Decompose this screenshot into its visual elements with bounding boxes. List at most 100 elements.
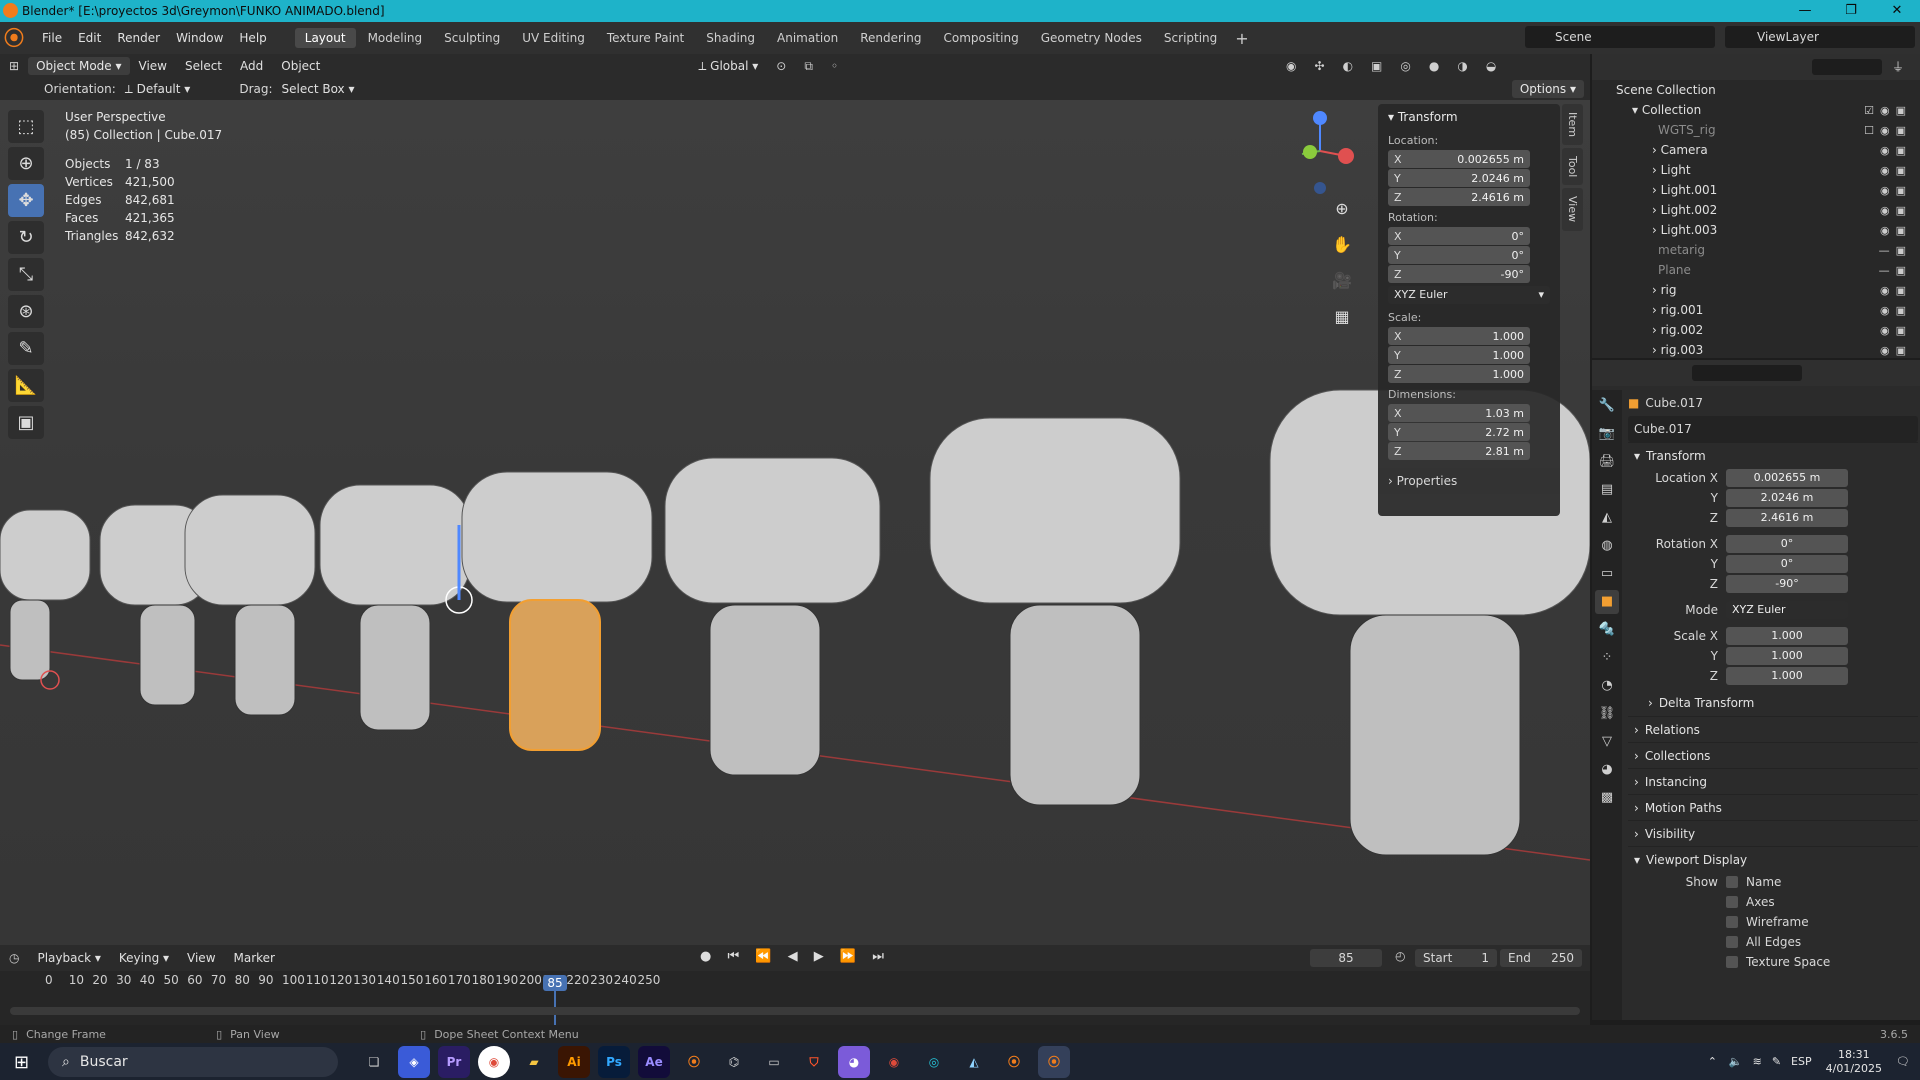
- app-cyan-icon[interactable]: ◎: [918, 1046, 950, 1078]
- ortho-grid-icon[interactable]: ▦: [1328, 303, 1356, 331]
- tray-overflow-icon[interactable]: ⌃: [1708, 1055, 1717, 1068]
- particles-tab-icon[interactable]: ⁘: [1595, 646, 1619, 670]
- transform-section[interactable]: ▾ Transform: [1628, 442, 1918, 468]
- collection-tab-icon[interactable]: ▭: [1595, 562, 1619, 586]
- file-explorer-icon[interactable]: ▰: [518, 1046, 550, 1078]
- properties-search-input[interactable]: [1692, 365, 1802, 381]
- view-layer-tab-icon[interactable]: ▤: [1595, 478, 1619, 502]
- drag-dropdown[interactable]: Select Box ▾: [273, 82, 364, 96]
- filter-icon[interactable]: ⏚: [1892, 58, 1904, 75]
- outliner-scene-collection[interactable]: Scene Collection: [1592, 80, 1920, 100]
- minimize-button[interactable]: —: [1782, 0, 1828, 22]
- start-frame-field[interactable]: Start 1: [1415, 949, 1497, 967]
- tab-uv-editing[interactable]: UV Editing: [512, 28, 595, 48]
- tab-shading[interactable]: Shading: [696, 28, 765, 48]
- prop-scale-y[interactable]: Y 1.000: [1628, 646, 1918, 666]
- delta-transform-section[interactable]: › Delta Transform: [1628, 690, 1918, 716]
- tab-layout[interactable]: Layout: [294, 28, 356, 48]
- discord-icon[interactable]: ◕: [838, 1045, 870, 1078]
- blender-taskbar-icon[interactable]: ⦿: [678, 1046, 710, 1078]
- orientation-dropdown[interactable]: ⟂ Default ▾: [116, 82, 200, 97]
- object-tab-icon[interactable]: ■: [1595, 590, 1619, 614]
- zoom-icon[interactable]: ⊕: [1328, 195, 1356, 223]
- relations-section[interactable]: › Relations: [1628, 716, 1918, 742]
- prop-rotation-x[interactable]: Rotation X 0°: [1628, 534, 1918, 554]
- pivot-icon[interactable]: ⊙: [767, 59, 795, 73]
- snap-icon[interactable]: ⧉: [795, 59, 822, 74]
- gizmo-icon[interactable]: ✣: [1306, 59, 1334, 73]
- copilot-icon[interactable]: ◈: [398, 1045, 430, 1078]
- outliner-item[interactable]: › Light ◉▣: [1592, 160, 1920, 180]
- camera-view-icon[interactable]: 🎥: [1328, 267, 1356, 295]
- chrome-icon[interactable]: ◉: [478, 1045, 510, 1078]
- options-button[interactable]: Options ▾: [1511, 80, 1584, 98]
- prop-location-z[interactable]: Z 2.4616 m: [1628, 508, 1918, 528]
- outliner-item[interactable]: › rig.003 ◉▣: [1592, 340, 1920, 360]
- transform-orientation-dropdown[interactable]: ⟂ Global ▾: [689, 59, 767, 74]
- timeline-ruler[interactable]: 0 10 20 30 40 50 60 70 80 90 100 110 120 130 140 150 160…: [0, 973, 1590, 993]
- rotate-tool-icon[interactable]: ↻: [8, 221, 44, 254]
- app-icon[interactable]: ▭: [758, 1046, 790, 1078]
- timeline-scrollbar[interactable]: [10, 1007, 1580, 1015]
- world-tab-icon[interactable]: ◍: [1595, 534, 1619, 558]
- location-y-field[interactable]: Y 2.0246 m: [1388, 169, 1530, 187]
- pan-hand-icon[interactable]: ✋: [1328, 231, 1356, 259]
- transform-tool-icon[interactable]: ⊛: [8, 295, 44, 328]
- render-tab-icon[interactable]: 📷: [1595, 422, 1619, 446]
- add-workspace-button[interactable]: +: [1229, 29, 1254, 48]
- physics-tab-icon[interactable]: ◔: [1595, 674, 1619, 698]
- blender-taskbar-icon-2[interactable]: ⦿: [998, 1046, 1030, 1078]
- rotation-x-field[interactable]: X 0°: [1388, 227, 1530, 245]
- task-view-icon[interactable]: ❏: [358, 1046, 390, 1078]
- outliner-item[interactable]: metarig —▣: [1592, 240, 1920, 260]
- motion-paths-section[interactable]: › Motion Paths: [1628, 794, 1918, 820]
- modifier-tab-icon[interactable]: 🔩: [1595, 618, 1619, 642]
- tab-scripting[interactable]: Scripting: [1154, 28, 1227, 48]
- outliner-item[interactable]: › Light.001 ◉▣: [1592, 180, 1920, 200]
- blender-taskbar-icon-active[interactable]: ⦿: [1038, 1045, 1070, 1078]
- object-name-field[interactable]: Cube.017: [1628, 416, 1918, 442]
- prop-rotation-mode[interactable]: Mode XYZ Euler: [1628, 600, 1918, 620]
- outliner-item[interactable]: › Light.003 ◉▣: [1592, 220, 1920, 240]
- tab-view[interactable]: View: [1562, 188, 1583, 231]
- playback-controls[interactable]: ● ⏮ ⏪ ◀ ▶ ⏩ ⏭: [700, 949, 890, 964]
- tab-modeling[interactable]: Modeling: [358, 28, 433, 48]
- illustrator-icon[interactable]: Ai: [558, 1045, 590, 1078]
- chatgpt-icon[interactable]: ⌬: [718, 1046, 750, 1078]
- menu-file[interactable]: File: [34, 31, 70, 45]
- tool-tab-icon[interactable]: 🔧: [1595, 394, 1619, 418]
- show-texture-space-checkbox[interactable]: Texture Space: [1628, 952, 1918, 972]
- prop-rotation-y[interactable]: Y 0°: [1628, 554, 1918, 574]
- shading-wire-icon[interactable]: ◎: [1391, 59, 1419, 73]
- current-frame-field[interactable]: 85: [1310, 949, 1382, 967]
- current-frame-indicator[interactable]: 85: [543, 975, 567, 991]
- location-z-field[interactable]: Z 2.4616 m: [1388, 188, 1530, 206]
- scale-y-field[interactable]: Y 1.000: [1388, 346, 1530, 364]
- menu-playback[interactable]: Playback ▾: [28, 951, 109, 965]
- dimensions-y-field[interactable]: Y 2.72 m: [1388, 423, 1530, 441]
- timeline-editor-icon[interactable]: ◷: [0, 951, 28, 965]
- dimensions-x-field[interactable]: X 1.03 m: [1388, 404, 1530, 422]
- scale-z-field[interactable]: Z 1.000: [1388, 365, 1530, 383]
- cursor-tool-icon[interactable]: ⊕: [8, 147, 44, 180]
- move-tool-icon[interactable]: ✥: [8, 184, 44, 217]
- menu-render[interactable]: Render: [109, 31, 168, 45]
- viewport-display-section[interactable]: ▾ Viewport Display: [1628, 846, 1918, 872]
- after-effects-icon[interactable]: Ae: [638, 1045, 670, 1078]
- shading-rendered-icon[interactable]: ◒: [1477, 59, 1505, 73]
- location-x-field[interactable]: X 0.002655 m: [1388, 150, 1530, 168]
- tab-geometry-nodes[interactable]: Geometry Nodes: [1031, 28, 1152, 48]
- outliner-item[interactable]: Plane —▣: [1592, 260, 1920, 280]
- dimensions-z-field[interactable]: Z 2.81 m: [1388, 442, 1530, 460]
- taskbar-search-input[interactable]: ⌕ Buscar: [48, 1046, 338, 1077]
- outliner-item[interactable]: › Camera ◉▣: [1592, 140, 1920, 160]
- add-cube-tool-icon[interactable]: ▣: [8, 406, 44, 439]
- material-tab-icon[interactable]: ◕: [1595, 758, 1619, 782]
- blender-menu-icon[interactable]: ⦿: [4, 25, 30, 51]
- pen-icon[interactable]: ✎: [1772, 1055, 1781, 1068]
- menu-add[interactable]: Add: [231, 59, 272, 73]
- outliner-item[interactable]: WGTS_rig ☐◉▣: [1592, 120, 1920, 140]
- menu-timeline-view[interactable]: View: [178, 951, 224, 965]
- tab-tool[interactable]: Tool: [1562, 148, 1583, 186]
- prop-location-x[interactable]: Location X 0.002655 m: [1628, 468, 1918, 488]
